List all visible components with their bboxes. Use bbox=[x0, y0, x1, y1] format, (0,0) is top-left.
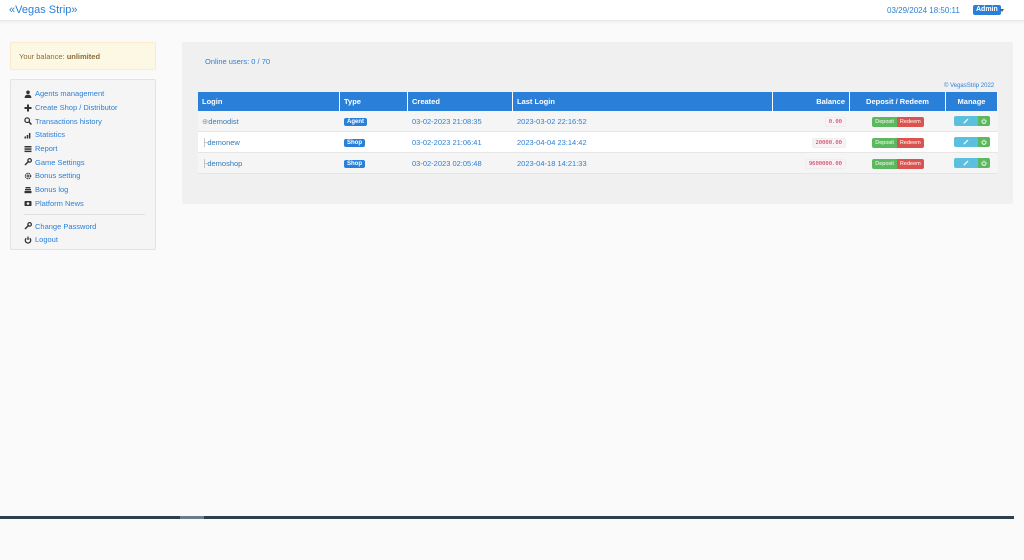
menu-divider bbox=[24, 214, 145, 216]
sidebar-item-agents-management[interactable]: Agents management bbox=[24, 87, 155, 101]
gear-icon bbox=[24, 172, 32, 180]
wrench-icon bbox=[24, 222, 32, 230]
sidebar-item-label: Create Shop / Distributor bbox=[35, 103, 118, 113]
sidebar-item-logout[interactable]: Logout bbox=[24, 233, 155, 247]
pencil-icon bbox=[963, 139, 969, 145]
sidebar-item-label: Game Settings bbox=[35, 157, 85, 167]
power-icon bbox=[981, 139, 987, 145]
balance-value: unlimited bbox=[66, 52, 101, 61]
type-badge: Shop bbox=[344, 139, 365, 147]
sidebar-item-bonus-log[interactable]: Bonus log bbox=[24, 183, 155, 197]
sidebar-item-statistics[interactable]: Statistics bbox=[24, 128, 155, 142]
redeem-button[interactable]: Redeem bbox=[896, 116, 924, 127]
list-icon bbox=[24, 145, 32, 153]
sidebar-item-label: Bonus setting bbox=[35, 171, 81, 181]
pencil-icon bbox=[963, 118, 969, 124]
redeem-button[interactable]: Redeem bbox=[896, 137, 924, 148]
balance-value: 0.00 bbox=[824, 116, 846, 127]
sidebar-item-label: Bonus log bbox=[35, 185, 69, 195]
table-row: ├demonew Shop 03-02-2023 21:06:41 2023-0… bbox=[198, 132, 998, 153]
column-header-type[interactable]: Type bbox=[340, 92, 408, 111]
sidebar-item-label: Statistics bbox=[35, 130, 66, 140]
plus-icon bbox=[24, 104, 32, 112]
sidebar-menu: Agents management Create Shop / Distribu… bbox=[10, 79, 156, 250]
search-icon bbox=[24, 117, 32, 126]
sidebar-item-label: Report bbox=[35, 144, 58, 154]
balance-alert: Your balance: unlimited bbox=[10, 42, 156, 70]
power-icon bbox=[981, 160, 987, 166]
redeem-button[interactable]: Redeem bbox=[896, 158, 924, 169]
edit-button[interactable] bbox=[954, 137, 978, 147]
sidebar-item-create-shop[interactable]: Create Shop / Distributor bbox=[24, 101, 155, 115]
column-header-manage: Manage bbox=[946, 92, 998, 111]
chevron-down-icon[interactable] bbox=[1000, 9, 1004, 12]
table-row: ⊕demodist Agent 03-02-2023 21:08:35 2023… bbox=[198, 111, 998, 132]
login-link[interactable]: demodist bbox=[208, 117, 238, 126]
wrench-icon bbox=[24, 158, 32, 166]
type-badge: Shop bbox=[344, 160, 365, 168]
agents-table: Login Type Created Last Login Balance De… bbox=[198, 92, 998, 174]
deposit-button[interactable]: Deposit bbox=[872, 158, 897, 169]
sidebar-item-game-settings[interactable]: Game Settings bbox=[24, 155, 155, 169]
signal-icon bbox=[24, 131, 32, 139]
login-link[interactable]: demonew bbox=[207, 138, 240, 147]
online-users-counter: Online users: 0 / 70 bbox=[205, 57, 271, 66]
sidebar-item-label: Transactions history bbox=[35, 116, 102, 126]
stack-icon bbox=[24, 186, 32, 194]
user-menu-button[interactable]: Admin bbox=[973, 5, 1001, 15]
sidebar-item-label: Change Password bbox=[35, 221, 97, 231]
last-login-cell: 2023-03-02 22:16:52 bbox=[513, 111, 773, 132]
brand-link[interactable]: «Vegas Strip» bbox=[9, 4, 78, 16]
created-cell: 03-02-2023 21:06:41 bbox=[408, 132, 513, 153]
balance-value: 20000.00 bbox=[811, 137, 846, 148]
toggle-status-button[interactable] bbox=[978, 116, 990, 126]
toggle-status-button[interactable] bbox=[978, 158, 990, 168]
column-header-created[interactable]: Created bbox=[408, 92, 513, 111]
last-login-cell: 2023-04-04 23:14:42 bbox=[513, 132, 773, 153]
sidebar-item-transactions-history[interactable]: Transactions history bbox=[24, 114, 155, 128]
last-login-cell: 2023-04-18 14:21:33 bbox=[513, 153, 773, 174]
column-header-balance[interactable]: Balance bbox=[773, 92, 850, 111]
edit-button[interactable] bbox=[954, 116, 978, 126]
toggle-status-button[interactable] bbox=[978, 137, 990, 147]
copyright-text: © VegasStrip 2022 bbox=[944, 83, 995, 89]
created-cell: 03-02-2023 21:08:35 bbox=[408, 111, 513, 132]
login-link[interactable]: demoshop bbox=[207, 159, 242, 168]
sidebar-item-change-password[interactable]: Change Password bbox=[24, 219, 155, 233]
sidebar-item-label: Logout bbox=[35, 235, 58, 245]
table-header-row: Login Type Created Last Login Balance De… bbox=[198, 92, 998, 111]
balance-value: 9600000.00 bbox=[804, 158, 846, 169]
power-icon bbox=[24, 236, 32, 244]
column-header-login[interactable]: Login bbox=[198, 92, 340, 111]
footer-bar-segment bbox=[180, 516, 204, 519]
edit-button[interactable] bbox=[954, 158, 978, 168]
sidebar-item-report[interactable]: Report bbox=[24, 142, 155, 156]
camera-icon bbox=[24, 199, 32, 207]
table-row: ├demoshop Shop 03-02-2023 02:05:48 2023-… bbox=[198, 153, 998, 174]
user-icon bbox=[24, 90, 32, 98]
deposit-button[interactable]: Deposit bbox=[872, 116, 897, 127]
sidebar-item-label: Platform News bbox=[35, 198, 84, 208]
column-header-deposit-redeem: Deposit / Redeem bbox=[850, 92, 946, 111]
balance-label: Your balance: bbox=[19, 52, 65, 61]
sidebar-item-label: Agents management bbox=[35, 89, 105, 99]
top-navbar: «Vegas Strip» 03/29/2024 18:50:11 Admin bbox=[0, 0, 1024, 21]
type-badge: Agent bbox=[344, 118, 367, 126]
sidebar-item-platform-news[interactable]: Platform News bbox=[24, 197, 155, 211]
pencil-icon bbox=[963, 160, 969, 166]
footer-bar bbox=[0, 516, 1014, 519]
column-header-last-login[interactable]: Last Login bbox=[513, 92, 773, 111]
server-datetime: 03/29/2024 18:50:11 bbox=[887, 6, 960, 15]
sidebar-item-bonus-setting[interactable]: Bonus setting bbox=[24, 169, 155, 183]
deposit-button[interactable]: Deposit bbox=[872, 137, 897, 148]
power-icon bbox=[981, 118, 987, 124]
created-cell: 03-02-2023 02:05:48 bbox=[408, 153, 513, 174]
